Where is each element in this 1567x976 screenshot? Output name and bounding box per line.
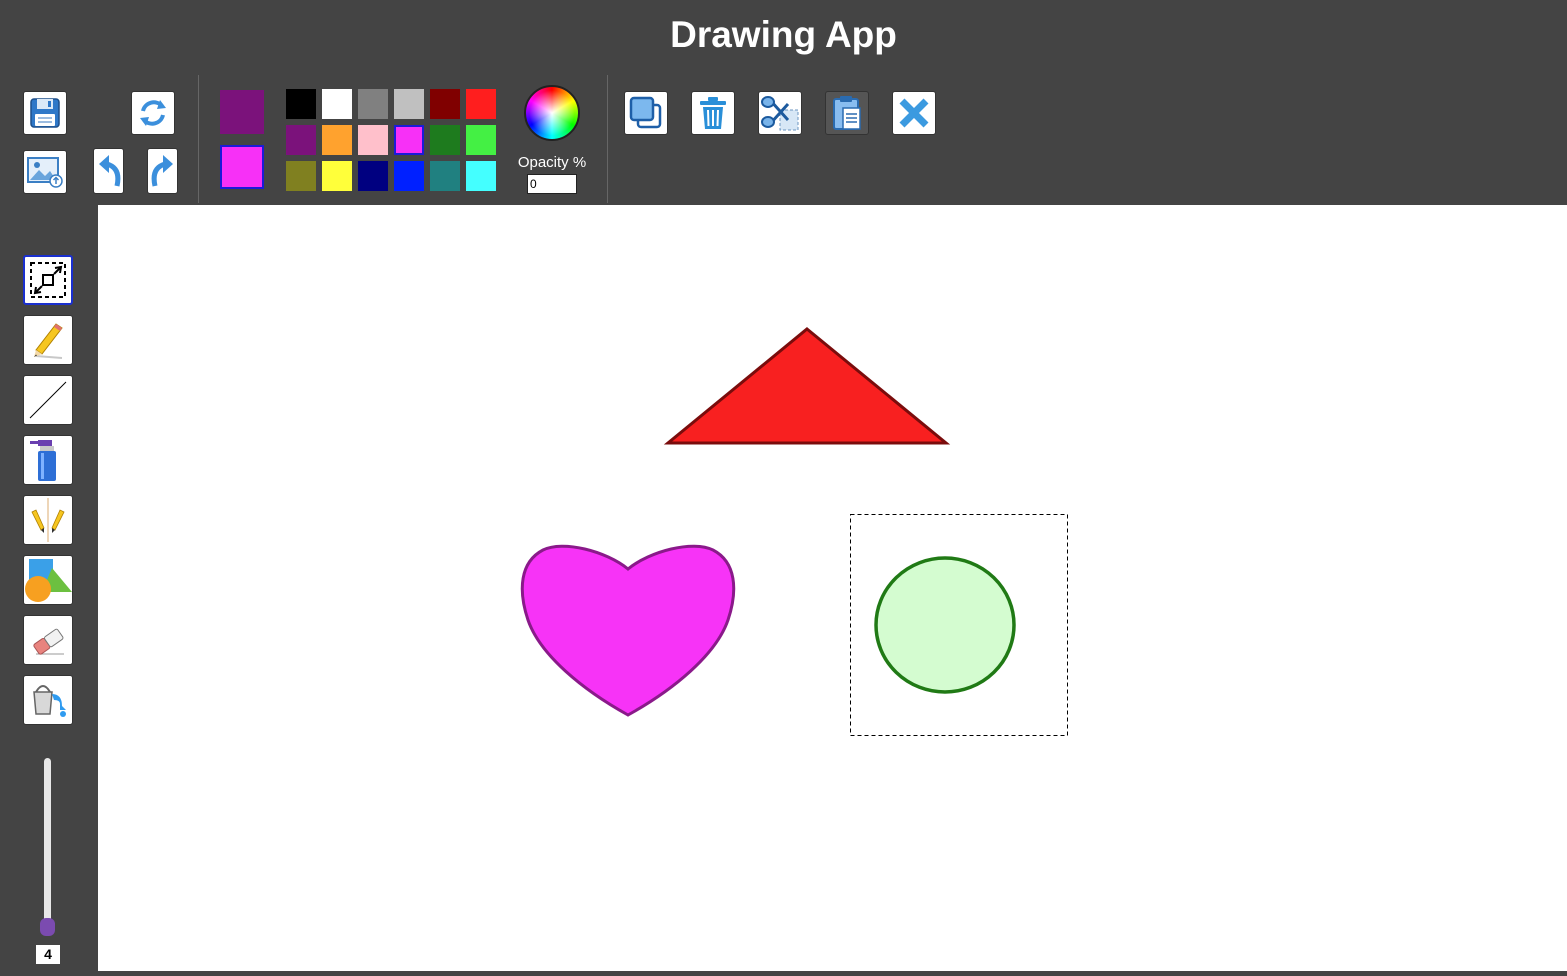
- palette-swatch[interactable]: [394, 89, 424, 119]
- brush-size-slider[interactable]: [44, 758, 51, 930]
- palette-swatch[interactable]: [394, 161, 424, 191]
- palette-swatch[interactable]: [322, 161, 352, 191]
- spray-tool-button[interactable]: [23, 435, 73, 485]
- triangle-shape[interactable]: [663, 327, 951, 445]
- palette-swatch[interactable]: [394, 125, 424, 155]
- close-button[interactable]: [892, 91, 936, 135]
- line-tool-button[interactable]: [23, 375, 73, 425]
- select-tool-button[interactable]: [23, 255, 73, 305]
- eraser-icon: [33, 628, 64, 655]
- refresh-button[interactable]: [131, 91, 175, 135]
- toolbar-divider: [198, 75, 199, 203]
- shapes-icon: [25, 559, 72, 602]
- palette-swatch[interactable]: [358, 161, 388, 191]
- pencil-tool-button[interactable]: [23, 315, 73, 365]
- refresh-icon: [140, 100, 166, 126]
- select-icon: [30, 262, 66, 298]
- opacity-label: Opacity %: [517, 154, 587, 171]
- heart-shape[interactable]: [520, 544, 736, 717]
- upload-image-icon: [27, 157, 63, 188]
- shapes-tool-button[interactable]: [23, 555, 73, 605]
- palette-swatch[interactable]: [466, 125, 496, 155]
- palette-swatch[interactable]: [466, 89, 496, 119]
- trash-icon: [700, 97, 726, 129]
- palette-swatch[interactable]: [358, 89, 388, 119]
- opacity-input[interactable]: [527, 174, 577, 194]
- color-wheel-icon[interactable]: [524, 85, 580, 141]
- paint-bucket-icon: [33, 685, 66, 717]
- brush-size-value: 4: [36, 945, 60, 964]
- undo-icon: [98, 155, 120, 187]
- save-icon: [30, 98, 60, 128]
- fill-tool-button[interactable]: [23, 675, 73, 725]
- delete-button[interactable]: [691, 91, 735, 135]
- upload-image-button[interactable]: [23, 150, 67, 194]
- secondary-color-swatch[interactable]: [220, 145, 264, 189]
- eraser-tool-button[interactable]: [23, 615, 73, 665]
- palette-swatch[interactable]: [322, 89, 352, 119]
- duplicate-icon: [629, 96, 662, 129]
- app-title: Drawing App: [670, 14, 897, 55]
- mirror-pencil-icon: [31, 498, 65, 542]
- redo-button[interactable]: [147, 148, 178, 194]
- scissors-icon: [761, 96, 799, 131]
- close-icon: [899, 98, 929, 128]
- palette-swatch[interactable]: [430, 125, 460, 155]
- circle-shape[interactable]: [874, 556, 1016, 694]
- clipboard-icon: [833, 96, 861, 130]
- header: Drawing App Opacity % 0: [0, 0, 1567, 205]
- canvas-surface: [520, 327, 1068, 736]
- toolbar-divider: [607, 75, 608, 203]
- cut-button[interactable]: [758, 91, 802, 135]
- palette-swatch[interactable]: [286, 161, 316, 191]
- redo-icon: [151, 155, 173, 187]
- paste-button[interactable]: [825, 91, 869, 135]
- palette-swatch[interactable]: [322, 125, 352, 155]
- primary-color-swatch[interactable]: [220, 90, 264, 134]
- pencil-icon: [34, 323, 63, 359]
- spray-icon: [30, 440, 56, 481]
- drawing-canvas[interactable]: [98, 205, 1567, 971]
- brush-size-slider-thumb[interactable]: [40, 918, 55, 936]
- palette-swatch[interactable]: [430, 89, 460, 119]
- palette-swatch[interactable]: [466, 161, 496, 191]
- palette-swatch[interactable]: [430, 161, 460, 191]
- palette-swatch[interactable]: [286, 125, 316, 155]
- line-icon: [29, 381, 67, 419]
- mirror-draw-tool-button[interactable]: [23, 495, 73, 545]
- palette-swatch[interactable]: [286, 89, 316, 119]
- undo-button[interactable]: [93, 148, 124, 194]
- duplicate-button[interactable]: [624, 91, 668, 135]
- save-button[interactable]: [23, 91, 67, 135]
- palette-swatch[interactable]: [358, 125, 388, 155]
